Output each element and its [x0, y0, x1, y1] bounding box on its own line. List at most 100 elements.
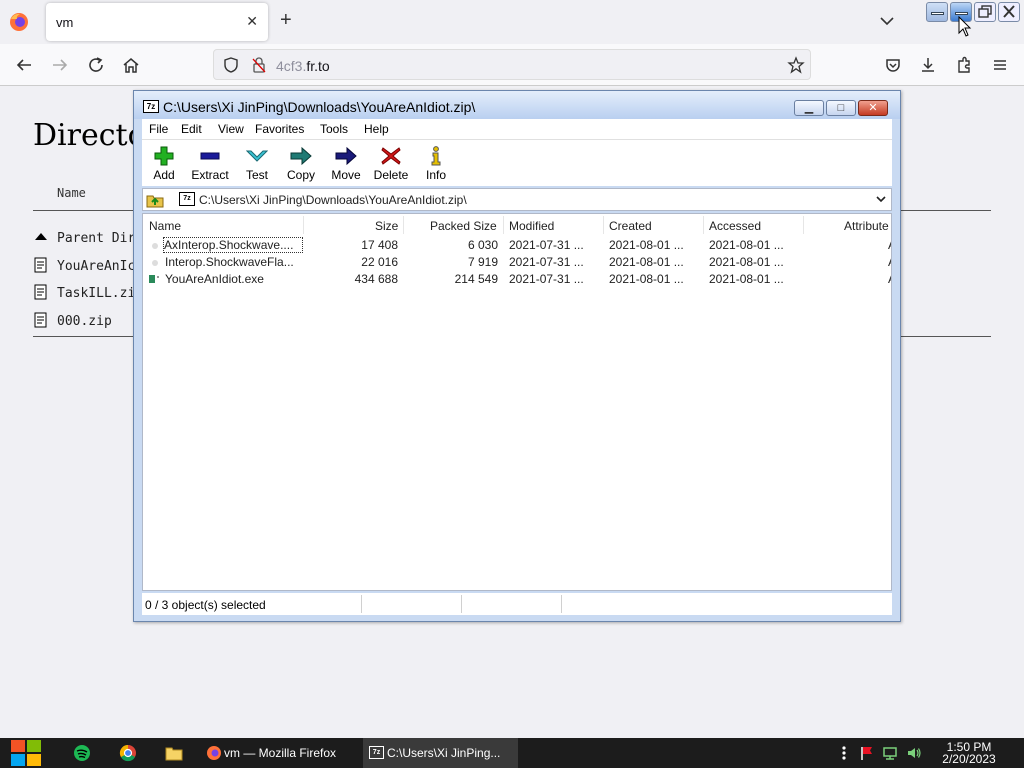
taskbar-firefox[interactable]: vm — Mozilla Firefox — [200, 738, 355, 768]
column-header-name[interactable]: Name — [57, 186, 86, 200]
7zip-maximize-button[interactable]: □ — [826, 100, 856, 116]
column-header-packed-size[interactable]: Packed Size — [430, 219, 497, 233]
status-separator — [561, 595, 562, 613]
column-separator[interactable] — [503, 216, 504, 234]
file-name[interactable]: AxInterop.Shockwave.... — [163, 237, 303, 253]
volume-icon[interactable] — [906, 745, 922, 761]
network-icon[interactable] — [882, 745, 898, 761]
file-modified: 2021-07-31 ... — [509, 238, 584, 252]
file-name[interactable]: YouAreAnIdiot.exe — [165, 272, 264, 286]
new-tab-button[interactable]: + — [280, 9, 292, 32]
column-separator[interactable] — [703, 216, 704, 234]
7zip-window: 7z C:\Users\Xi JinPing\Downloads\YouAreA… — [133, 90, 901, 622]
file-created: 2021-08-01 ... — [609, 255, 684, 269]
taskbar: vm — Mozilla Firefox 7z C:\Users\Xi JinP… — [0, 738, 1024, 768]
info-button[interactable]: Info — [422, 140, 450, 187]
list-item-label[interactable]: Parent Dir — [57, 231, 135, 246]
pocket-icon[interactable] — [884, 56, 902, 74]
back-arrow-icon[interactable] — [15, 56, 33, 74]
taskbar-7zip[interactable]: 7z C:\Users\Xi JinPing... — [363, 738, 518, 768]
list-item-label[interactable]: YouAreAnIc — [57, 259, 135, 274]
info-icon — [431, 146, 441, 166]
downloads-icon[interactable] — [919, 56, 937, 74]
7zip-close-button[interactable]: ✕ — [858, 100, 888, 116]
move-button[interactable]: Move — [328, 140, 364, 187]
browser-tab-vm[interactable]: vm ✕ — [46, 3, 268, 41]
menu-file[interactable]: File — [149, 122, 168, 136]
list-item[interactable]: 000.zip — [33, 312, 112, 329]
windows-start-icon[interactable] — [10, 739, 42, 767]
file-explorer-icon[interactable] — [164, 743, 184, 763]
close-window-button[interactable] — [998, 2, 1020, 22]
system-clock[interactable]: 1:50 PM 2/20/2023 — [935, 741, 1003, 765]
7zip-path-text[interactable]: C:\Users\Xi JinPing\Downloads\YouAreAnId… — [199, 193, 467, 207]
column-separator[interactable] — [803, 216, 804, 234]
spotify-icon[interactable] — [72, 743, 92, 763]
up-arrow-icon — [35, 233, 47, 240]
7zip-app-icon: 7z — [369, 746, 384, 759]
file-created: 2021-08-01 ... — [609, 238, 684, 252]
extensions-icon[interactable] — [955, 56, 973, 74]
reload-icon[interactable] — [87, 56, 105, 74]
7zip-menu-bar: File Edit View Favorites Tools Help — [142, 119, 892, 139]
forward-arrow-icon[interactable] — [51, 56, 69, 74]
7zip-title-bar[interactable]: 7z C:\Users\Xi JinPing\Downloads\YouAreA… — [134, 91, 900, 119]
mouse-cursor-icon — [958, 16, 972, 37]
column-header-size[interactable]: Size — [375, 219, 398, 233]
menu-tools[interactable]: Tools — [320, 122, 348, 136]
file-size: 22 016 — [361, 255, 398, 269]
extract-button[interactable]: Extract — [188, 140, 232, 187]
test-button[interactable]: Test — [240, 140, 274, 187]
column-separator[interactable] — [603, 216, 604, 234]
delete-label: Delete — [373, 168, 409, 182]
column-header-created[interactable]: Created — [609, 219, 652, 233]
firefox-icon — [207, 746, 221, 760]
chevron-down-icon[interactable] — [878, 12, 896, 30]
action-center-flag-icon[interactable] — [859, 745, 875, 761]
column-header-name[interactable]: Name — [149, 219, 181, 233]
minimize-window-button[interactable] — [926, 2, 948, 22]
shield-icon[interactable] — [222, 56, 240, 74]
menu-favorites[interactable]: Favorites — [255, 122, 304, 136]
insecure-lock-icon[interactable] — [250, 56, 268, 74]
column-header-accessed[interactable]: Accessed — [709, 219, 761, 233]
list-item[interactable]: YouAreAnIc — [33, 257, 135, 274]
restore-window-button[interactable] — [974, 2, 996, 22]
list-item[interactable]: TaskILL.zi — [33, 284, 135, 301]
window-controls — [924, 2, 1024, 26]
hamburger-menu-icon[interactable] — [991, 56, 1009, 74]
delete-button[interactable]: Delete — [371, 140, 411, 187]
bookmark-star-icon[interactable] — [787, 56, 805, 74]
file-icon — [152, 260, 158, 266]
folder-up-icon[interactable] — [146, 192, 164, 208]
copy-button[interactable]: Copy — [283, 140, 319, 187]
file-packed-size: 6 030 — [467, 238, 498, 252]
menu-edit[interactable]: Edit — [181, 122, 202, 136]
taskbar-firefox-label: vm — Mozilla Firefox — [224, 746, 337, 760]
overflow-dots-icon[interactable] — [836, 745, 852, 761]
document-icon — [34, 257, 47, 273]
right-arrow-icon — [335, 146, 357, 166]
column-separator[interactable] — [303, 216, 304, 234]
file-name[interactable]: Interop.ShockwaveFla... — [165, 255, 302, 269]
firefox-logo-icon[interactable] — [8, 11, 30, 33]
file-size: 434 688 — [354, 272, 398, 286]
list-item-label[interactable]: 000.zip — [57, 314, 112, 329]
chrome-icon[interactable] — [118, 743, 138, 763]
column-separator[interactable] — [403, 216, 404, 234]
menu-help[interactable]: Help — [364, 122, 389, 136]
7zip-minimize-button[interactable]: ▁ — [794, 100, 824, 116]
list-item-label[interactable]: TaskILL.zi — [57, 286, 135, 301]
list-item-parent-dir[interactable]: Parent Dir — [33, 229, 135, 246]
browser-nav-bar: 4cf3.fr.to — [0, 44, 1024, 86]
add-button[interactable]: Add — [147, 140, 181, 187]
home-icon[interactable] — [122, 56, 140, 74]
address-bar[interactable]: 4cf3.fr.to — [213, 49, 811, 80]
menu-view[interactable]: View — [218, 122, 244, 136]
column-header-attribute[interactable]: Attribute — [844, 219, 889, 233]
chevron-down-icon[interactable] — [875, 193, 887, 205]
file-created: 2021-08-01 ... — [609, 272, 684, 286]
close-tab-icon[interactable]: ✕ — [246, 13, 258, 30]
7zip-file-list[interactable]: Name Size Packed Size Modified Created A… — [142, 213, 892, 591]
column-header-modified[interactable]: Modified — [509, 219, 554, 233]
